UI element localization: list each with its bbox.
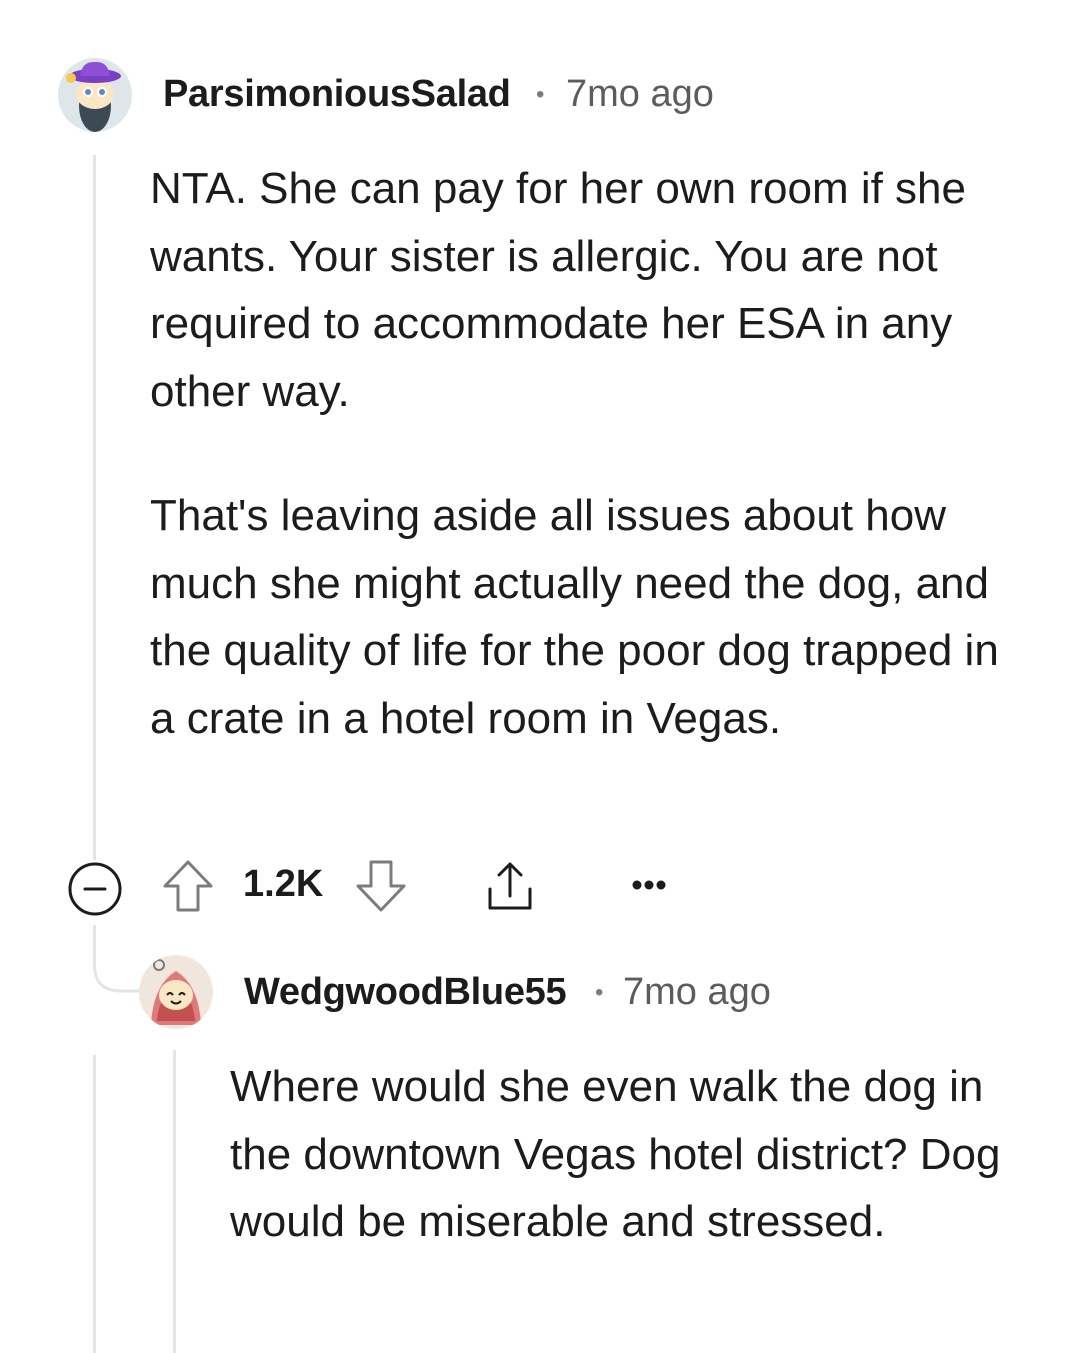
thread-line[interactable] [93, 155, 96, 860]
thread-line[interactable] [173, 1050, 176, 1353]
comment-timestamp: 7mo ago [623, 971, 771, 1013]
comment-body: Where would she even walk the dog in the… [230, 1053, 1030, 1256]
vote-score: 1.2K [243, 863, 324, 905]
upvote-button[interactable] [160, 856, 216, 916]
avatar-wedgwoodblue55[interactable] [139, 955, 213, 1029]
snoo-avatar-icon [58, 58, 132, 132]
comment-timestamp: 7mo ago [566, 73, 714, 115]
thread-line[interactable] [93, 1055, 96, 1353]
comment-paragraph: NTA. She can pay for her own room if she… [150, 164, 966, 416]
comment-body: NTA. She can pay for her own room if she… [150, 155, 1030, 752]
avatar-parsimonioussalad[interactable] [58, 58, 132, 132]
meta-separator: • [595, 979, 604, 1006]
snoo-avatar-icon [139, 955, 213, 1029]
more-options-button[interactable] [622, 862, 676, 908]
collapse-button[interactable] [68, 862, 122, 916]
minus-circle-icon [68, 862, 122, 916]
downvote-button[interactable] [353, 856, 409, 916]
more-dots-icon [632, 880, 666, 890]
comment-author[interactable]: ParsimoniousSalad [163, 73, 511, 116]
share-icon [488, 862, 532, 910]
meta-separator: • [536, 81, 545, 108]
comment-author[interactable]: WedgwoodBlue55 [244, 971, 567, 1014]
comment-paragraph: That's leaving aside all issues about ho… [150, 491, 999, 743]
downvote-arrow-icon [356, 860, 406, 912]
upvote-arrow-icon [163, 860, 213, 912]
comment-paragraph: Where would she even walk the dog in the… [230, 1062, 1001, 1246]
share-button[interactable] [480, 856, 540, 916]
